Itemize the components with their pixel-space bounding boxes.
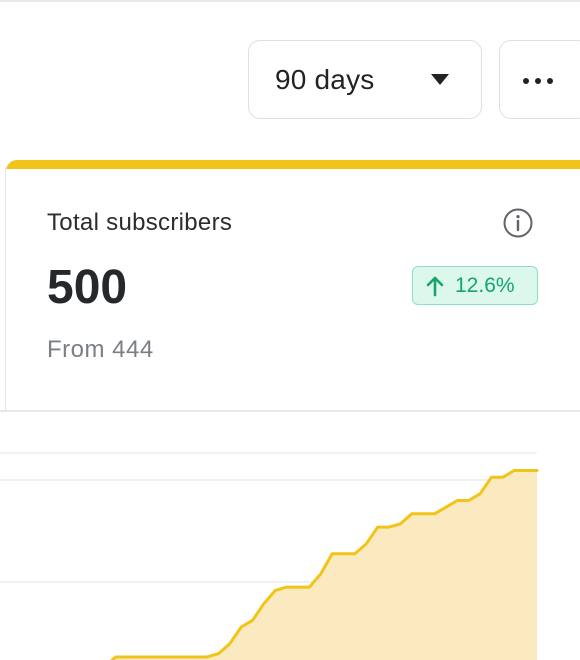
more-horizontal-icon: [523, 78, 553, 84]
info-icon[interactable]: [502, 207, 534, 239]
subscribers-card: Total subscribers 500 12.6% From 444: [5, 160, 580, 411]
date-range-select[interactable]: 90 days: [248, 40, 482, 119]
subscribers-area-chart: [0, 452, 539, 660]
change-value: 12.6%: [455, 273, 515, 297]
metric-title: Total subscribers: [47, 209, 233, 236]
metric-value: 500: [47, 261, 128, 314]
card-accent-bar: [6, 160, 580, 169]
change-badge: 12.6%: [412, 266, 538, 305]
arrow-up-icon: [426, 276, 444, 296]
date-range-label: 90 days: [275, 63, 375, 95]
top-divider: [0, 0, 580, 2]
chevron-down-icon: [431, 74, 449, 85]
previous-value-text: From 444: [47, 336, 154, 363]
more-options-button[interactable]: [499, 40, 580, 119]
